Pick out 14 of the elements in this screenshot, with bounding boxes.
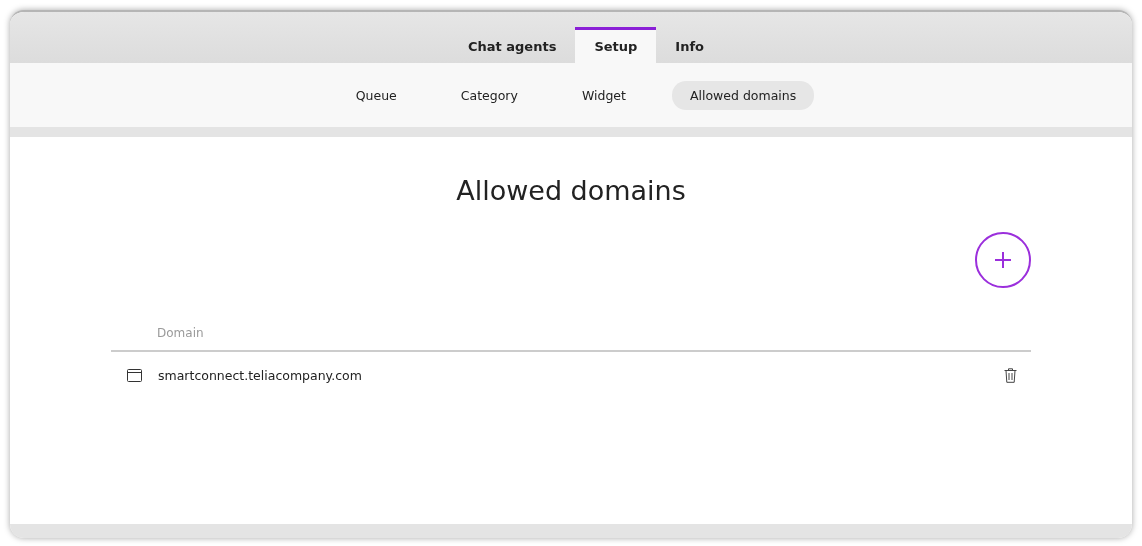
subtab[interactable]: Queue — [337, 80, 415, 110]
browser-window-icon — [127, 368, 142, 382]
table-cell-text: smartconnect.teliacompany.com — [158, 367, 363, 383]
plus-icon — [994, 251, 1012, 269]
page-title: Allowed domains — [456, 175, 686, 206]
subtab[interactable]: Allowed domains — [671, 80, 815, 110]
subtab[interactable]: Widget — [563, 80, 644, 110]
subtab[interactable]: Category — [442, 80, 536, 110]
trash-icon[interactable] — [1004, 367, 1017, 383]
tab[interactable]: Setup — [575, 27, 657, 63]
tab[interactable]: Info — [656, 27, 724, 63]
column-header: Domain — [157, 326, 204, 340]
add-button[interactable] — [975, 232, 1031, 288]
tab[interactable]: Chat agents — [448, 27, 576, 63]
